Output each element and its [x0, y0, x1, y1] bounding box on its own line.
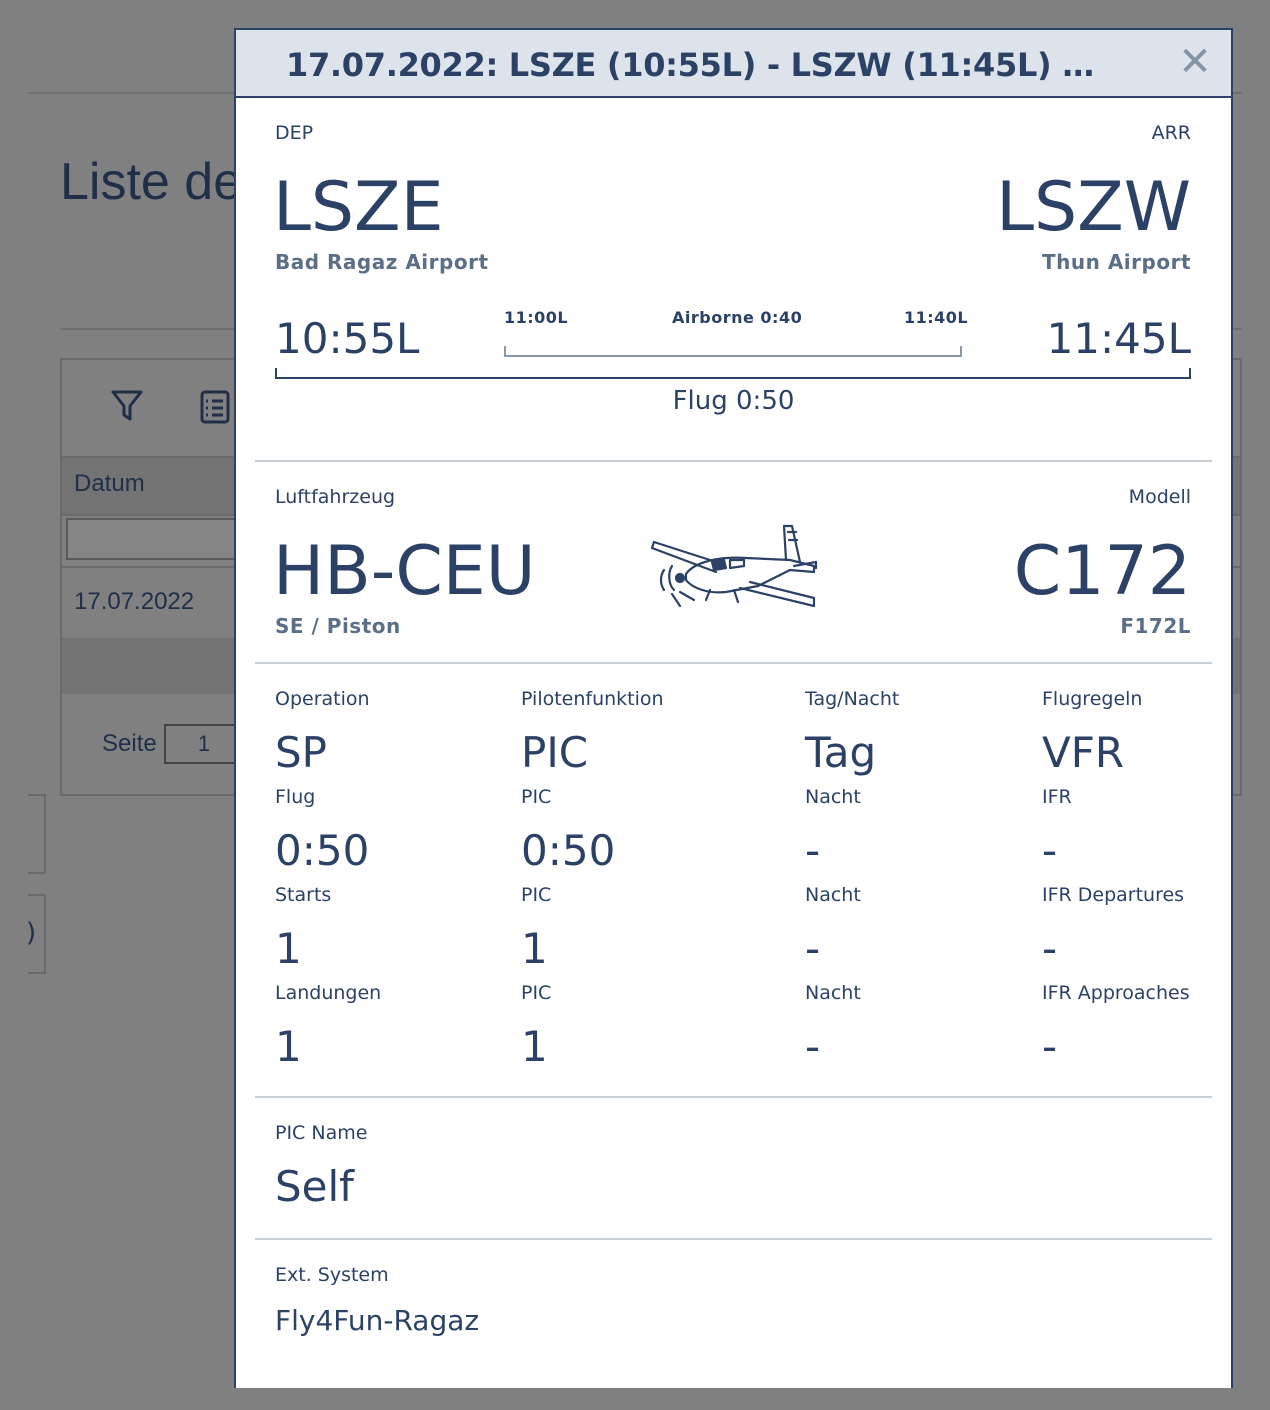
aircraft-category: SE / Piston	[275, 614, 401, 638]
night-starts-value: -	[805, 924, 821, 973]
aircraft-variant: F172L	[1120, 614, 1191, 638]
airborne-duration: Airborne 0:40	[672, 308, 803, 327]
side-tab[interactable]: )	[26, 894, 46, 974]
flight-time-label: Flug	[275, 786, 316, 808]
landing-time: 11:40L	[904, 308, 969, 327]
column-header-datum[interactable]: Datum	[74, 470, 145, 498]
operation-label: Operation	[275, 688, 370, 710]
starts-label: Starts	[275, 884, 332, 906]
takeoff-time: 11:00L	[504, 308, 569, 327]
night-time-value: -	[805, 826, 821, 875]
dialog-title: 17.07.2022: LSZE (10:55L) - LSZW (11:45L…	[286, 46, 1114, 84]
pic-time-label: PIC	[521, 786, 552, 808]
aircraft-registration: HB-CEU	[273, 532, 536, 611]
arr-airport-code: LSZW	[996, 168, 1191, 247]
flight-detail-dialog: 17.07.2022: LSZE (10:55L) - LSZW (11:45L…	[234, 28, 1233, 1388]
arr-airport-name: Thun Airport	[1042, 250, 1191, 274]
side-tab[interactable]	[28, 794, 46, 874]
close-icon[interactable]: ✕	[1175, 40, 1215, 84]
ifr-approaches-value: -	[1042, 1022, 1058, 1071]
pic-starts-label: PIC	[521, 884, 552, 906]
table-cell-date: 17.07.2022	[74, 588, 195, 615]
flight-duration: Flug 0:50	[672, 386, 795, 416]
checklist-icon[interactable]	[200, 390, 230, 424]
section-divider	[255, 460, 1212, 462]
arr-time: 11:45L	[1046, 314, 1191, 363]
pic-landings-value: 1	[521, 1022, 548, 1071]
airplane-icon	[650, 524, 818, 608]
side-tab-glyph: )	[26, 918, 37, 948]
aircraft-label: Luftfahrzeug	[275, 486, 396, 508]
airborne-bracket	[504, 346, 962, 357]
dep-time: 10:55L	[275, 314, 420, 363]
pic-landings-label: PIC	[521, 982, 552, 1004]
pager-input[interactable]: 1	[164, 724, 244, 764]
landings-label: Landungen	[275, 982, 382, 1004]
dialog-header: 17.07.2022: LSZE (10:55L) - LSZW (11:45L…	[236, 30, 1231, 98]
dep-airport-name: Bad Ragaz Airport	[275, 250, 489, 274]
ifr-time-label: IFR	[1042, 786, 1072, 808]
flight-rules-value: VFR	[1042, 728, 1125, 777]
aircraft-model: C172	[1013, 532, 1191, 611]
night-landings-value: -	[805, 1022, 821, 1071]
arr-label: ARR	[1151, 122, 1191, 144]
dep-airport-code: LSZE	[273, 168, 444, 247]
ifr-time-value: -	[1042, 826, 1058, 875]
dialog-body: DEP ARR LSZE LSZW Bad Ragaz Airport Thun…	[236, 98, 1231, 1388]
ifr-departures-label: IFR Departures	[1042, 884, 1185, 906]
day-night-label: Tag/Nacht	[805, 688, 900, 710]
day-night-value: Tag	[805, 728, 877, 777]
pic-name-label: PIC Name	[275, 1122, 368, 1144]
night-landings-label: Nacht	[805, 982, 861, 1004]
pic-time-value: 0:50	[521, 826, 616, 875]
flight-bracket	[275, 368, 1191, 379]
pic-name-value: Self	[275, 1162, 354, 1211]
ext-system-label: Ext. System	[275, 1264, 389, 1286]
ifr-approaches-label: IFR Approaches	[1042, 982, 1190, 1004]
dep-label: DEP	[275, 122, 314, 144]
pager-label: Seite	[102, 730, 157, 757]
pilot-function-label: Pilotenfunktion	[521, 688, 664, 710]
ext-system-value: Fly4Fun-Ragaz	[275, 1304, 480, 1337]
section-divider	[255, 662, 1212, 664]
starts-value: 1	[275, 924, 302, 973]
night-starts-label: Nacht	[805, 884, 861, 906]
page-title: Liste de	[60, 153, 243, 211]
flight-time-value: 0:50	[275, 826, 370, 875]
section-divider	[255, 1096, 1212, 1098]
operation-value: SP	[275, 728, 327, 777]
flight-rules-label: Flugregeln	[1042, 688, 1143, 710]
ifr-departures-value: -	[1042, 924, 1058, 973]
pic-starts-value: 1	[521, 924, 548, 973]
landings-value: 1	[275, 1022, 302, 1071]
column-filter-input[interactable]	[66, 518, 236, 560]
filter-icon[interactable]	[110, 388, 144, 424]
section-divider	[255, 1238, 1212, 1240]
night-time-label: Nacht	[805, 786, 861, 808]
pilot-function-value: PIC	[521, 728, 589, 777]
model-label: Modell	[1128, 486, 1191, 508]
